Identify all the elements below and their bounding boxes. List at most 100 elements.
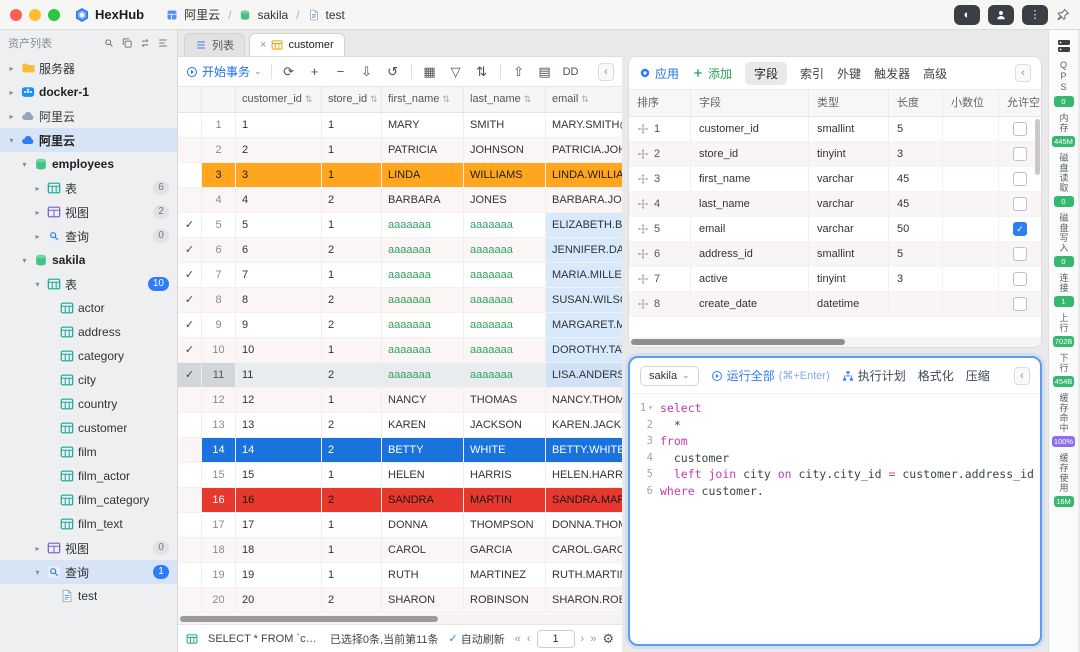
- cell[interactable]: RUTH: [382, 563, 464, 588]
- cell[interactable]: 6: [236, 238, 322, 263]
- field-name-cell[interactable]: email: [691, 217, 809, 242]
- add-row-icon[interactable]: +: [307, 64, 323, 79]
- nullable-checkbox[interactable]: ✓: [1013, 222, 1027, 236]
- cell[interactable]: 2: [322, 188, 382, 213]
- more-menu-button[interactable]: ⋮: [1022, 4, 1048, 25]
- cell[interactable]: LINDA.WILLIAM: [546, 163, 622, 188]
- field-name-cell[interactable]: first_name: [691, 167, 809, 192]
- field-row[interactable]: 4 last_name varchar 45: [629, 192, 1041, 217]
- field-decimals-cell[interactable]: [943, 267, 999, 292]
- cell[interactable]: 11: [236, 363, 322, 388]
- sort-icon[interactable]: ⇅: [581, 87, 589, 112]
- field-length-cell[interactable]: 3: [889, 267, 943, 292]
- cell[interactable]: 2: [322, 238, 382, 263]
- row-checkbox[interactable]: [178, 388, 202, 413]
- scrollbar-thumb[interactable]: [631, 339, 846, 345]
- field-name-cell[interactable]: last_name: [691, 192, 809, 217]
- column-header-email[interactable]: email ⇅: [546, 87, 622, 112]
- table-row[interactable]: 16162SANDRAMARTINSANDRA.MART: [178, 488, 622, 513]
- field-sort-cell[interactable]: 8: [629, 292, 691, 317]
- cell[interactable]: aaaaaaa: [382, 263, 464, 288]
- nullable-checkbox[interactable]: [1013, 272, 1027, 286]
- structure-tab-索引[interactable]: 索引: [800, 65, 824, 82]
- refresh-icon[interactable]: ⟳: [281, 64, 297, 80]
- sidebar-item-sakila-views[interactable]: ▸ 视图 0: [0, 536, 177, 560]
- row-checkbox[interactable]: ✓: [178, 338, 202, 363]
- sidebar-item-docker-1[interactable]: ▸ docker-1: [0, 80, 177, 104]
- filter-icon[interactable]: ▽: [448, 64, 464, 80]
- structure-tab-添加[interactable]: 添加: [692, 65, 732, 82]
- cell[interactable]: JACKSON: [464, 413, 546, 438]
- cell[interactable]: GARCIA: [464, 538, 546, 563]
- tree-arrow-icon[interactable]: ▸: [32, 208, 43, 217]
- breadcrumb-item[interactable]: test: [326, 8, 345, 22]
- table-row[interactable]: 13132KARENJACKSONKAREN.JACKSO: [178, 413, 622, 438]
- sidebar-item-table-film-category[interactable]: film_category: [0, 488, 177, 512]
- cell[interactable]: DOROTHY.TAY: [546, 338, 622, 363]
- sheet-icon[interactable]: ▤: [537, 64, 553, 80]
- cell[interactable]: 1: [322, 213, 382, 238]
- server-icon[interactable]: [1056, 38, 1072, 54]
- table-row[interactable]: ✓ 8 8 2 aaaaaaa aaaaaaa SUSAN.WILSO: [178, 288, 622, 313]
- table-row[interactable]: 111MARYSMITHMARY.SMITH@: [178, 113, 622, 138]
- zoom-window-button[interactable]: [48, 8, 60, 21]
- cell[interactable]: JOHNSON: [464, 138, 546, 163]
- table-row[interactable]: ✓662aaaaaaaaaaaaaaJENNIFER.DAV: [178, 238, 622, 263]
- export-icon[interactable]: ⇩: [359, 64, 375, 80]
- cell[interactable]: WILLIAMS: [464, 163, 546, 188]
- sidebar-item-employees-queries[interactable]: ▸ 查询 0: [0, 224, 177, 248]
- field-type-cell[interactable]: smallint: [809, 117, 889, 142]
- field-nullable-cell[interactable]: ✓: [999, 217, 1041, 242]
- field-type-cell[interactable]: varchar: [809, 167, 889, 192]
- column-header-store_id[interactable]: store_id ⇅: [322, 87, 382, 112]
- cell[interactable]: aaaaaaa: [382, 288, 464, 313]
- field-nullable-cell[interactable]: [999, 292, 1041, 317]
- select-all-checkbox[interactable]: [178, 87, 202, 112]
- tab-list[interactable]: 列表: [184, 33, 245, 56]
- cell[interactable]: LINDA: [382, 163, 464, 188]
- tab-customer[interactable]: × customer: [249, 33, 345, 56]
- cell[interactable]: JONES: [464, 188, 546, 213]
- field-type-cell[interactable]: varchar: [809, 192, 889, 217]
- column-header-first_name[interactable]: first_name ⇅: [382, 87, 464, 112]
- field-sort-cell[interactable]: 2: [629, 142, 691, 167]
- sidebar-item-sakila[interactable]: ▾ sakila: [0, 248, 177, 272]
- collapse-structure-button[interactable]: ‹: [1015, 64, 1031, 82]
- cell[interactable]: aaaaaaa: [382, 338, 464, 363]
- sidebar-item-sakila-tables[interactable]: ▾ 表 10: [0, 272, 177, 296]
- cell[interactable]: aaaaaaa: [464, 338, 546, 363]
- field-sort-cell[interactable]: 6: [629, 242, 691, 267]
- row-checkbox[interactable]: ✓: [178, 213, 202, 238]
- field-decimals-cell[interactable]: [943, 242, 999, 267]
- field-name-cell[interactable]: create_date: [691, 292, 809, 317]
- cell[interactable]: 18: [236, 538, 322, 563]
- sidebar-item-employees-tables[interactable]: ▸ 表 6: [0, 176, 177, 200]
- table-row[interactable]: 221PATRICIAJOHNSONPATRICIA.JOHN: [178, 138, 622, 163]
- cell[interactable]: MARIA.MILLER: [546, 263, 622, 288]
- delete-row-icon[interactable]: −: [333, 64, 349, 79]
- monitor-item[interactable]: 连接 1: [1053, 273, 1074, 307]
- copy-icon[interactable]: [121, 37, 133, 49]
- close-icon[interactable]: ×: [260, 39, 266, 51]
- structure-tab-应用[interactable]: 应用: [639, 65, 679, 82]
- collapse-panel-button[interactable]: ‹: [598, 62, 614, 81]
- cell[interactable]: 15: [236, 463, 322, 488]
- cell[interactable]: PATRICIA.JOHN: [546, 138, 622, 163]
- row-checkbox[interactable]: [178, 538, 202, 563]
- column-header-customer_id[interactable]: customer_id ⇅: [236, 87, 322, 112]
- cell[interactable]: SUSAN.WILSO: [546, 288, 622, 313]
- cell[interactable]: 3: [236, 163, 322, 188]
- field-type-cell[interactable]: datetime: [809, 292, 889, 317]
- cell[interactable]: 5: [236, 213, 322, 238]
- sidebar-item-table-film-actor[interactable]: film_actor: [0, 464, 177, 488]
- table-row[interactable]: 12121NANCYTHOMASNANCY.THOMA: [178, 388, 622, 413]
- sidebar-item-table-country[interactable]: country: [0, 392, 177, 416]
- cell[interactable]: MARY: [382, 113, 464, 138]
- sort-icon[interactable]: ⇅: [305, 87, 313, 112]
- field-length-cell[interactable]: 50: [889, 217, 943, 242]
- table-row[interactable]: 17 17 1 DONNA THOMPSON DONNA.THOM: [178, 513, 622, 538]
- table-row[interactable]: 4 4 2 BARBARA JONES BARBARA.JON: [178, 188, 622, 213]
- cell[interactable]: 1: [322, 163, 382, 188]
- nullable-checkbox[interactable]: [1013, 247, 1027, 261]
- field-decimals-cell[interactable]: [943, 167, 999, 192]
